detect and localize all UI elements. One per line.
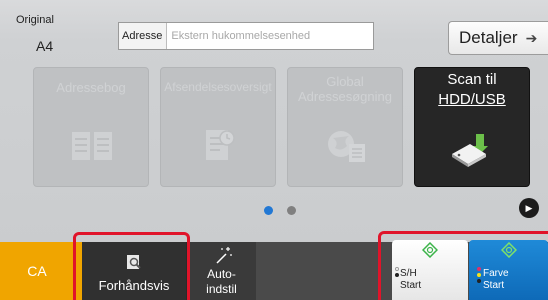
arrow-right-icon: ➔: [525, 29, 538, 46]
tile-global-address-search[interactable]: Global Adressesøgning: [287, 67, 403, 187]
address-field[interactable]: Adresse Ekstern hukommelsesenhed: [118, 22, 374, 50]
clear-all-button[interactable]: CA: [0, 242, 82, 300]
tile-address-book[interactable]: Adressebog: [33, 67, 149, 187]
color-dots-icon: [477, 267, 482, 285]
send-history-icon: [206, 130, 235, 160]
tile-address-book-label: Adressebog: [56, 80, 126, 95]
preview-icon: [127, 255, 141, 269]
color-start-button[interactable]: Farve Start: [469, 240, 548, 300]
ca-label: CA: [27, 263, 47, 279]
auto-set-button[interactable]: Auto- indstil: [186, 242, 256, 300]
tile-scan-to-hdd-usb[interactable]: Scan til HDD/USB: [414, 67, 530, 187]
page-indicator-active: [264, 206, 273, 215]
start-diamond-icon: [422, 242, 438, 258]
preview-button[interactable]: Forhåndsvis: [82, 242, 186, 300]
tile-scan-usb-label: Scan til HDD/USB: [438, 71, 506, 108]
magic-wand-icon: [216, 247, 232, 264]
original-size: A4: [36, 38, 54, 54]
address-label: Adresse: [119, 23, 168, 49]
tile-send-history[interactable]: Afsendelsesoversigt: [160, 67, 276, 187]
bw-start-label: S/H Start: [400, 268, 422, 291]
tile-global-search-label: Global Adressesøgning: [298, 74, 392, 104]
page-indicator[interactable]: [287, 206, 296, 215]
scan-screen: Original A4 Adresse Ekstern hukommelsese…: [0, 0, 548, 300]
detail-button-label: Detaljer: [459, 28, 518, 47]
tile-send-history-label: Afsendelsesoversigt: [164, 80, 272, 94]
preview-label: Forhåndsvis: [98, 278, 170, 293]
start-diamond-icon: [501, 242, 517, 258]
global-search-icon: [328, 131, 365, 162]
address-book-icon: [72, 132, 112, 160]
next-page-button[interactable]: ▶: [519, 198, 539, 218]
detail-button[interactable]: Detaljer ➔: [448, 21, 548, 55]
original-label: Original: [16, 14, 54, 26]
play-icon: ▶: [525, 202, 533, 213]
address-value: Ekstern hukommelsesenhed: [171, 30, 311, 42]
color-start-label: Farve Start: [483, 268, 509, 291]
usb-drive-icon: [452, 134, 488, 167]
auto-set-label: Auto- indstil: [206, 267, 237, 296]
bw-start-button[interactable]: S/H Start: [392, 240, 468, 300]
